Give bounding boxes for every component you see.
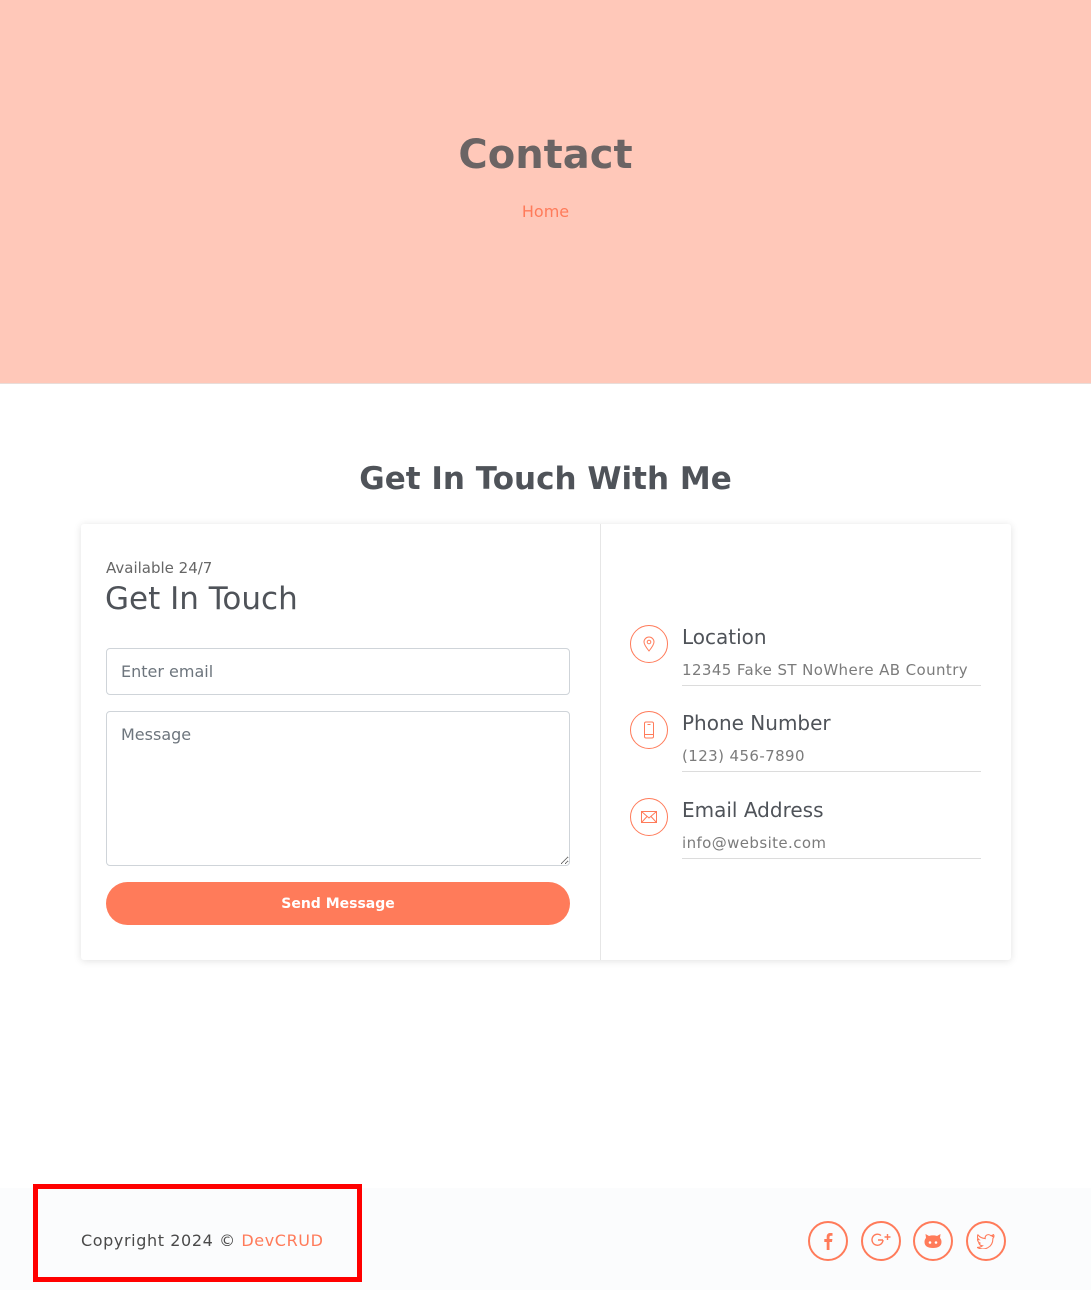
github-icon[interactable] [913, 1221, 953, 1261]
info-value: info@website.com [682, 834, 981, 859]
location-pin-icon [630, 625, 668, 663]
info-value: (123) 456-7890 [682, 747, 981, 772]
hero-banner: Contact Home [0, 0, 1091, 384]
section-title: Get In Touch With Me [359, 461, 732, 497]
form-title: Get In Touch [105, 581, 298, 617]
card-divider [600, 524, 601, 960]
send-message-button[interactable]: Send Message [106, 882, 570, 925]
info-label: Phone Number [682, 711, 831, 735]
phone-icon [630, 711, 668, 749]
google-plus-icon[interactable] [861, 1221, 901, 1261]
contact-card: Available 24/7 Get In Touch Send Message… [81, 524, 1011, 960]
breadcrumb-home-link[interactable]: Home [0, 202, 1091, 221]
info-phone: Phone Number (123) 456-7890 [630, 711, 981, 773]
availability-label: Available 24/7 [106, 559, 213, 577]
highlight-box [33, 1184, 362, 1282]
page-title: Contact [458, 132, 633, 178]
email-input[interactable] [106, 648, 570, 695]
info-email: Email Address info@website.com [630, 798, 981, 860]
twitter-icon[interactable] [966, 1221, 1006, 1261]
info-value: 12345 Fake ST NoWhere AB Country [682, 661, 981, 686]
info-location: Location 12345 Fake ST NoWhere AB Countr… [630, 625, 981, 687]
envelope-icon [630, 798, 668, 836]
info-label: Location [682, 625, 767, 649]
message-input[interactable] [106, 711, 570, 866]
facebook-icon[interactable] [808, 1221, 848, 1261]
info-label: Email Address [682, 798, 824, 822]
